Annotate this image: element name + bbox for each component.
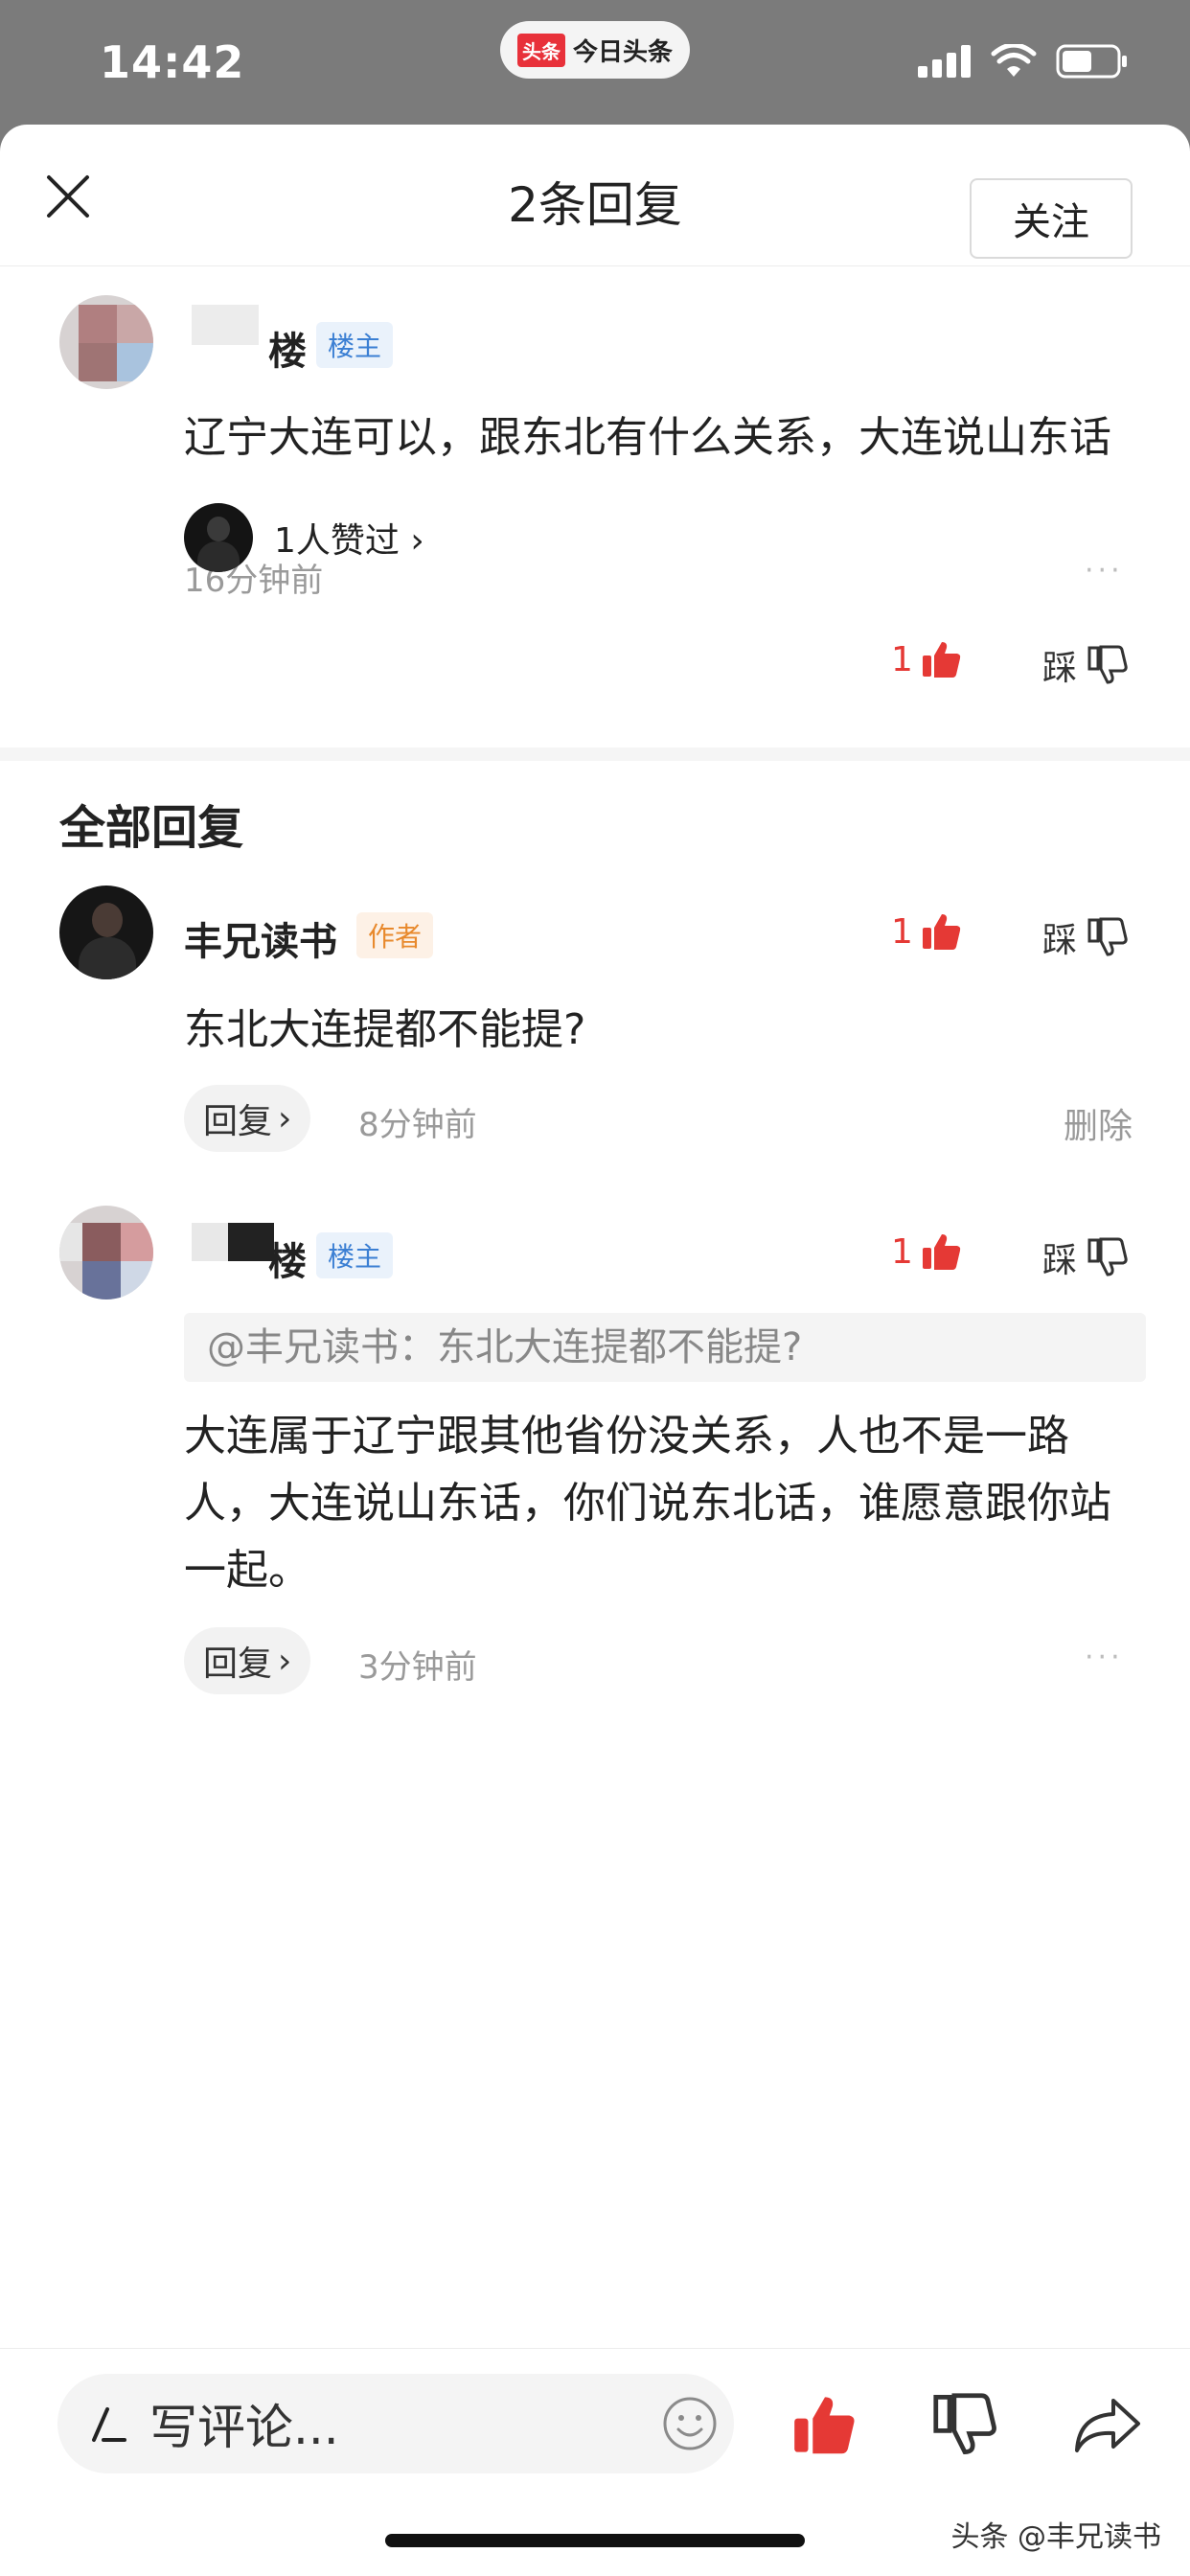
thumbs-down-icon bbox=[1087, 1237, 1128, 1276]
reply-1-like-button[interactable]: 1 bbox=[891, 910, 963, 953]
reply-2-quote: @丰兄读书：东北大连提都不能提? bbox=[184, 1313, 1146, 1382]
op-dislike-button[interactable]: 踩 bbox=[1042, 640, 1129, 690]
chevron-right-icon: › bbox=[278, 1098, 292, 1138]
reply-2-content: 大连属于辽宁跟其他省份没关系，人也不是一路人，大连说山东话，你们说东北话，谁愿意… bbox=[184, 1412, 1111, 1595]
share-icon[interactable] bbox=[1071, 2391, 1144, 2458]
op-content: 辽宁大连可以，跟东北有什么关系，大连说山东话 bbox=[184, 413, 1111, 462]
reply-2-reply-button[interactable]: 回复 › bbox=[184, 1627, 311, 1694]
pen-icon bbox=[92, 2407, 126, 2442]
reply-1-reply-label: 回复 bbox=[203, 1102, 273, 1141]
app-name: 今日头条 bbox=[572, 37, 673, 67]
reply-2-dislike-label: 踩 bbox=[1042, 1241, 1078, 1280]
reply-2-avatar[interactable] bbox=[59, 1206, 153, 1300]
op-tag: 楼主 bbox=[316, 322, 394, 368]
section-divider bbox=[0, 748, 1190, 761]
reply-1-delete-button[interactable]: 删除 bbox=[1064, 1098, 1133, 1148]
app-logo: 头条 bbox=[516, 33, 565, 67]
op-avatar[interactable] bbox=[59, 295, 153, 389]
op-dislike-label: 踩 bbox=[1042, 649, 1078, 688]
thumbs-up-icon bbox=[922, 1234, 961, 1270]
reply-2-reply-label: 回复 bbox=[203, 1644, 273, 1684]
reply-2-like-count: 1 bbox=[891, 1231, 913, 1272]
reply-1-time: 8分钟前 bbox=[358, 1106, 477, 1144]
thumbs-down-icon bbox=[1087, 645, 1128, 684]
thumbs-down-icon[interactable] bbox=[931, 2391, 998, 2458]
thumbs-down-icon bbox=[1087, 917, 1128, 956]
reply-1-tag: 作者 bbox=[356, 912, 434, 958]
reply-1-like-count: 1 bbox=[891, 911, 913, 952]
reply-1-reply-button[interactable]: 回复 › bbox=[184, 1085, 311, 1152]
battery-icon bbox=[1056, 44, 1127, 79]
signal-icon bbox=[918, 45, 971, 78]
follow-button[interactable]: 关注 bbox=[970, 178, 1133, 259]
reply-2-name[interactable]: 楼 bbox=[268, 1230, 307, 1286]
op-like-count: 1 bbox=[891, 639, 913, 679]
status-time: 14:42 bbox=[100, 36, 245, 88]
emoji-icon[interactable] bbox=[661, 2395, 719, 2452]
home-indicator[interactable] bbox=[385, 2534, 805, 2547]
op-more-icon[interactable]: ··· bbox=[1085, 554, 1124, 587]
status-bar: 14:42 头条 今日头条 bbox=[0, 0, 1190, 126]
reply-2-more-icon[interactable]: ··· bbox=[1085, 1641, 1124, 1674]
comment-placeholder: 写评论... bbox=[149, 2400, 339, 2455]
thumbs-up-icon[interactable] bbox=[791, 2391, 858, 2458]
reply-1-avatar[interactable] bbox=[59, 886, 153, 979]
reply-2-dislike-button[interactable]: 踩 bbox=[1042, 1232, 1129, 1282]
liker-avatar bbox=[184, 503, 253, 572]
reply-1-dislike-label: 踩 bbox=[1042, 921, 1078, 960]
op-name-mosaic bbox=[192, 305, 259, 345]
app-indicator-pill[interactable]: 头条 今日头条 bbox=[500, 21, 690, 79]
reply-2-like-button[interactable]: 1 bbox=[891, 1230, 963, 1273]
reply-1-name[interactable]: 丰兄读书 bbox=[184, 910, 337, 966]
thumbs-up-icon bbox=[922, 914, 961, 950]
reply-2-tag: 楼主 bbox=[316, 1232, 394, 1278]
reply-1-content: 东北大连提都不能提? bbox=[184, 1005, 586, 1054]
reply-2-time: 3分钟前 bbox=[358, 1648, 477, 1687]
reply-1-dislike-button[interactable]: 踩 bbox=[1042, 912, 1129, 962]
chevron-right-icon: › bbox=[278, 1641, 292, 1681]
reply-2-name-mosaic bbox=[228, 1223, 274, 1261]
likers-row[interactable]: 1人赞过 › bbox=[184, 503, 424, 572]
all-replies-title: 全部回复 bbox=[59, 801, 244, 855]
reply-2-name-mosaic bbox=[192, 1223, 228, 1261]
likers-text: 1人赞过 › bbox=[274, 521, 424, 561]
watermark: 头条 @丰兄读书 bbox=[950, 2520, 1161, 2554]
comment-input[interactable]: 写评论... bbox=[57, 2374, 734, 2473]
op-name[interactable]: 楼 bbox=[268, 320, 307, 376]
status-icons bbox=[918, 44, 1129, 79]
thumbs-up-icon bbox=[922, 642, 961, 678]
wifi-icon bbox=[991, 44, 1037, 77]
op-like-button[interactable]: 1 bbox=[891, 638, 963, 680]
